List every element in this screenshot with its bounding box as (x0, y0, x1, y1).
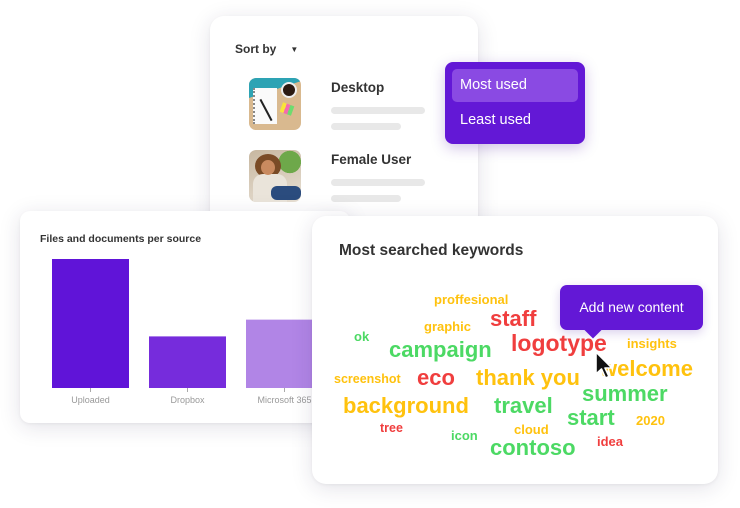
keyword-ok[interactable]: ok (354, 330, 369, 343)
x-tick-label: Microsoft 365 (257, 395, 311, 405)
menu-item-least-used[interactable]: Least used (452, 104, 578, 137)
keyword-start[interactable]: start (567, 407, 615, 429)
sort-by-label: Sort by (235, 42, 277, 56)
list-item[interactable]: Female User (249, 150, 425, 202)
keyword-summer[interactable]: summer (582, 383, 668, 405)
placeholder-line (331, 195, 401, 202)
keyword-2020[interactable]: 2020 (636, 414, 665, 427)
keyword-welcome[interactable]: welcome (600, 358, 693, 380)
keyword-icon[interactable]: icon (451, 429, 478, 442)
x-tick-label: Dropbox (170, 395, 205, 405)
keyword-graphic[interactable]: graphic (424, 320, 471, 333)
keywords-card: Most searched keywords proffesional staff… (312, 216, 718, 484)
keyword-insights[interactable]: insights (627, 337, 677, 350)
item-title: Female User (331, 152, 412, 167)
item-title: Desktop (331, 80, 385, 95)
keyword-proffesional[interactable]: proffesional (434, 293, 508, 306)
desktop-thumbnail (249, 78, 301, 130)
chart-title: Files and documents per source (40, 233, 202, 245)
placeholder-line (331, 123, 401, 130)
keyword-thank-you[interactable]: thank you (476, 367, 580, 389)
sort-by-control[interactable]: Sort by ▼ (235, 42, 298, 56)
placeholder-line (331, 107, 425, 114)
keyword-screenshot[interactable]: screenshot (334, 373, 401, 386)
add-new-content-label: Add new content (579, 299, 684, 315)
bar-dropbox[interactable] (149, 336, 226, 388)
add-new-content-button[interactable]: Add new content (560, 285, 703, 339)
keyword-staff[interactable]: staff (490, 308, 536, 330)
keyword-eco[interactable]: eco (417, 367, 455, 389)
keyword-background[interactable]: background (343, 395, 469, 417)
keyword-contoso[interactable]: contoso (490, 437, 576, 459)
keyword-campaign[interactable]: campaign (389, 339, 492, 361)
menu-item-most-used[interactable]: Most used (452, 69, 578, 102)
keyword-travel[interactable]: travel (494, 395, 553, 417)
keyword-idea[interactable]: idea (597, 435, 623, 448)
caret-down-icon[interactable]: ▼ (290, 45, 298, 54)
list-item[interactable]: Desktop (249, 78, 425, 130)
user-thumbnail (249, 150, 301, 202)
bar-uploaded[interactable] (52, 259, 129, 388)
sort-dropdown-menu: Most used Least used (445, 62, 585, 144)
x-tick-label: Uploaded (71, 395, 110, 405)
keyword-tree[interactable]: tree (380, 422, 403, 435)
chart-card: Uploaded Dropbox Microsoft 365 Files and d… (20, 211, 350, 423)
placeholder-line (331, 179, 425, 186)
keywords-title: Most searched keywords (339, 242, 524, 259)
